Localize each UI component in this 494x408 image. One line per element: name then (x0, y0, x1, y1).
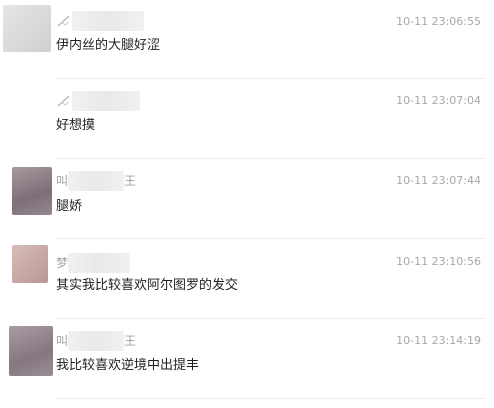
username[interactable] (56, 11, 144, 31)
comment-text: 腿娇 (56, 199, 83, 214)
divider (56, 78, 484, 79)
comment-time: 10-11 23:14:19 (396, 334, 481, 347)
username[interactable]: 梦 (56, 253, 131, 273)
comment-time: 10-11 23:10:56 (396, 255, 481, 268)
name-suffix: 王 (124, 174, 137, 188)
comment-item: 10-11 23:06:55 伊内丝的大腿好涩 (0, 0, 494, 80)
avatar[interactable] (12, 245, 48, 283)
comment-item: 10-11 23:07:04 好想摸 (0, 80, 494, 160)
comment-time: 10-11 23:06:55 (396, 15, 481, 28)
name-redaction (68, 171, 125, 191)
divider (56, 398, 484, 399)
name-prefix: 梦 (56, 256, 69, 270)
comment-item: 叫 王 10-11 23:07:44 腿娇 (0, 160, 494, 240)
name-redaction (68, 331, 125, 351)
comment-text: 伊内丝的大腿好涩 (56, 38, 161, 53)
pen-scribble-icon (57, 95, 70, 107)
divider (56, 318, 484, 319)
comment-text: 其实我比较喜欢阿尔图罗的发交 (56, 278, 239, 293)
name-redaction (72, 91, 140, 111)
name-suffix: 王 (124, 334, 137, 348)
name-prefix: 叫 (56, 334, 69, 348)
username[interactable] (56, 91, 140, 111)
comment-text: 我比较喜欢逆境中出提丰 (56, 358, 200, 373)
name-prefix: 叫 (56, 174, 69, 188)
divider (56, 238, 484, 239)
comment-text: 好想摸 (56, 118, 96, 133)
comment-item: 梦 10-11 23:10:56 其实我比较喜欢阿尔图罗的发交 (0, 240, 494, 320)
name-redaction (68, 253, 131, 273)
name-redaction (72, 11, 144, 31)
username[interactable]: 叫 王 (56, 331, 136, 351)
comment-time: 10-11 23:07:44 (396, 174, 481, 187)
avatar[interactable] (3, 5, 51, 52)
comment-list: 10-11 23:06:55 伊内丝的大腿好涩 10-11 23:07:04 好… (0, 0, 494, 408)
avatar[interactable] (9, 326, 53, 376)
pen-scribble-icon (57, 15, 70, 27)
comment-item: 叫 王 10-11 23:14:19 我比较喜欢逆境中出提丰 (0, 320, 494, 400)
divider (56, 158, 484, 159)
username[interactable]: 叫 王 (56, 171, 136, 191)
avatar[interactable] (12, 167, 52, 215)
comment-time: 10-11 23:07:04 (396, 94, 481, 107)
